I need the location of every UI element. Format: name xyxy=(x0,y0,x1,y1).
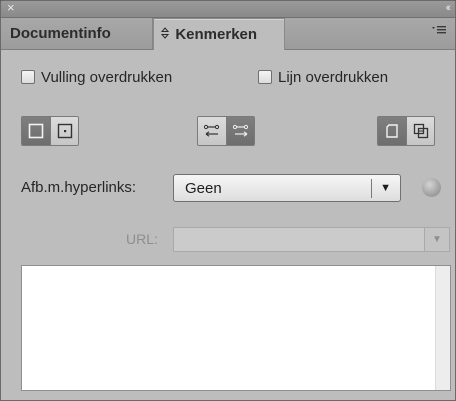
stroke-overprint-checkbox[interactable]: Lijn overdrukken xyxy=(258,67,388,87)
stack-button[interactable] xyxy=(406,117,434,145)
arrow-right-button[interactable] xyxy=(226,117,254,145)
dropdown-separator xyxy=(371,179,372,198)
nonprinting-button[interactable] xyxy=(22,117,50,145)
page-button[interactable] xyxy=(378,117,406,145)
url-label: URL: xyxy=(126,231,158,247)
button-group-1 xyxy=(21,116,79,146)
stroke-overprint-box[interactable] xyxy=(258,70,272,84)
fill-overprint-label: Vulling overdrukken xyxy=(41,68,173,86)
chevron-down-icon[interactable]: ▼ xyxy=(380,181,391,195)
hyperlinks-dropdown[interactable]: Geen ▼ xyxy=(173,174,401,202)
stroke-overprint-label: Lijn overdrukken xyxy=(278,68,389,86)
text-area[interactable] xyxy=(21,265,451,391)
center-box-button[interactable] xyxy=(50,117,78,145)
arrow-left-icon xyxy=(203,124,220,137)
button-group-3 xyxy=(377,116,435,146)
tab-documentinfo[interactable]: Documentinfo xyxy=(3,18,153,49)
close-icon[interactable]: × xyxy=(7,1,15,15)
center-box-icon xyxy=(57,123,72,139)
hyperlinks-label: Afb.m.hyperlinks: xyxy=(21,179,137,196)
tab-kenmerken-label: Kenmerken xyxy=(175,26,258,43)
stack-icon xyxy=(413,123,428,139)
panel-menu-icon[interactable] xyxy=(431,24,447,40)
panel-titlebar: × ‹‹ xyxy=(1,1,455,18)
button-group-2 xyxy=(197,116,255,146)
fill-overprint-box[interactable] xyxy=(21,70,35,84)
arrow-left-button[interactable] xyxy=(198,117,226,145)
button-row xyxy=(1,116,455,146)
globe-icon xyxy=(422,178,441,197)
tab-documentinfo-label: Documentinfo xyxy=(10,25,111,42)
collapse-icon[interactable]: ‹‹ xyxy=(446,1,452,15)
nonprinting-icon xyxy=(28,123,44,139)
attributes-panel: × ‹‹ Documentinfo Kenmerken Vulling over… xyxy=(0,0,456,401)
url-row: URL: ▼ xyxy=(1,227,455,253)
up-down-arrows-icon xyxy=(160,27,172,42)
tab-kenmerken[interactable]: Kenmerken xyxy=(153,18,285,50)
overprint-options: Vulling overdrukken Lijn overdrukken xyxy=(21,67,455,87)
url-dropdown-arrow-icon[interactable]: ▼ xyxy=(425,227,450,252)
scrollbar[interactable] xyxy=(435,266,450,390)
page-icon xyxy=(386,124,398,138)
url-field[interactable] xyxy=(173,227,425,252)
fill-overprint-checkbox[interactable]: Vulling overdrukken xyxy=(21,67,172,87)
tab-bar: Documentinfo Kenmerken xyxy=(1,18,455,50)
hyperlinks-row: Afb.m.hyperlinks: Geen ▼ xyxy=(1,174,455,204)
hyperlinks-value: Geen xyxy=(185,180,222,197)
arrow-right-icon xyxy=(232,124,248,137)
